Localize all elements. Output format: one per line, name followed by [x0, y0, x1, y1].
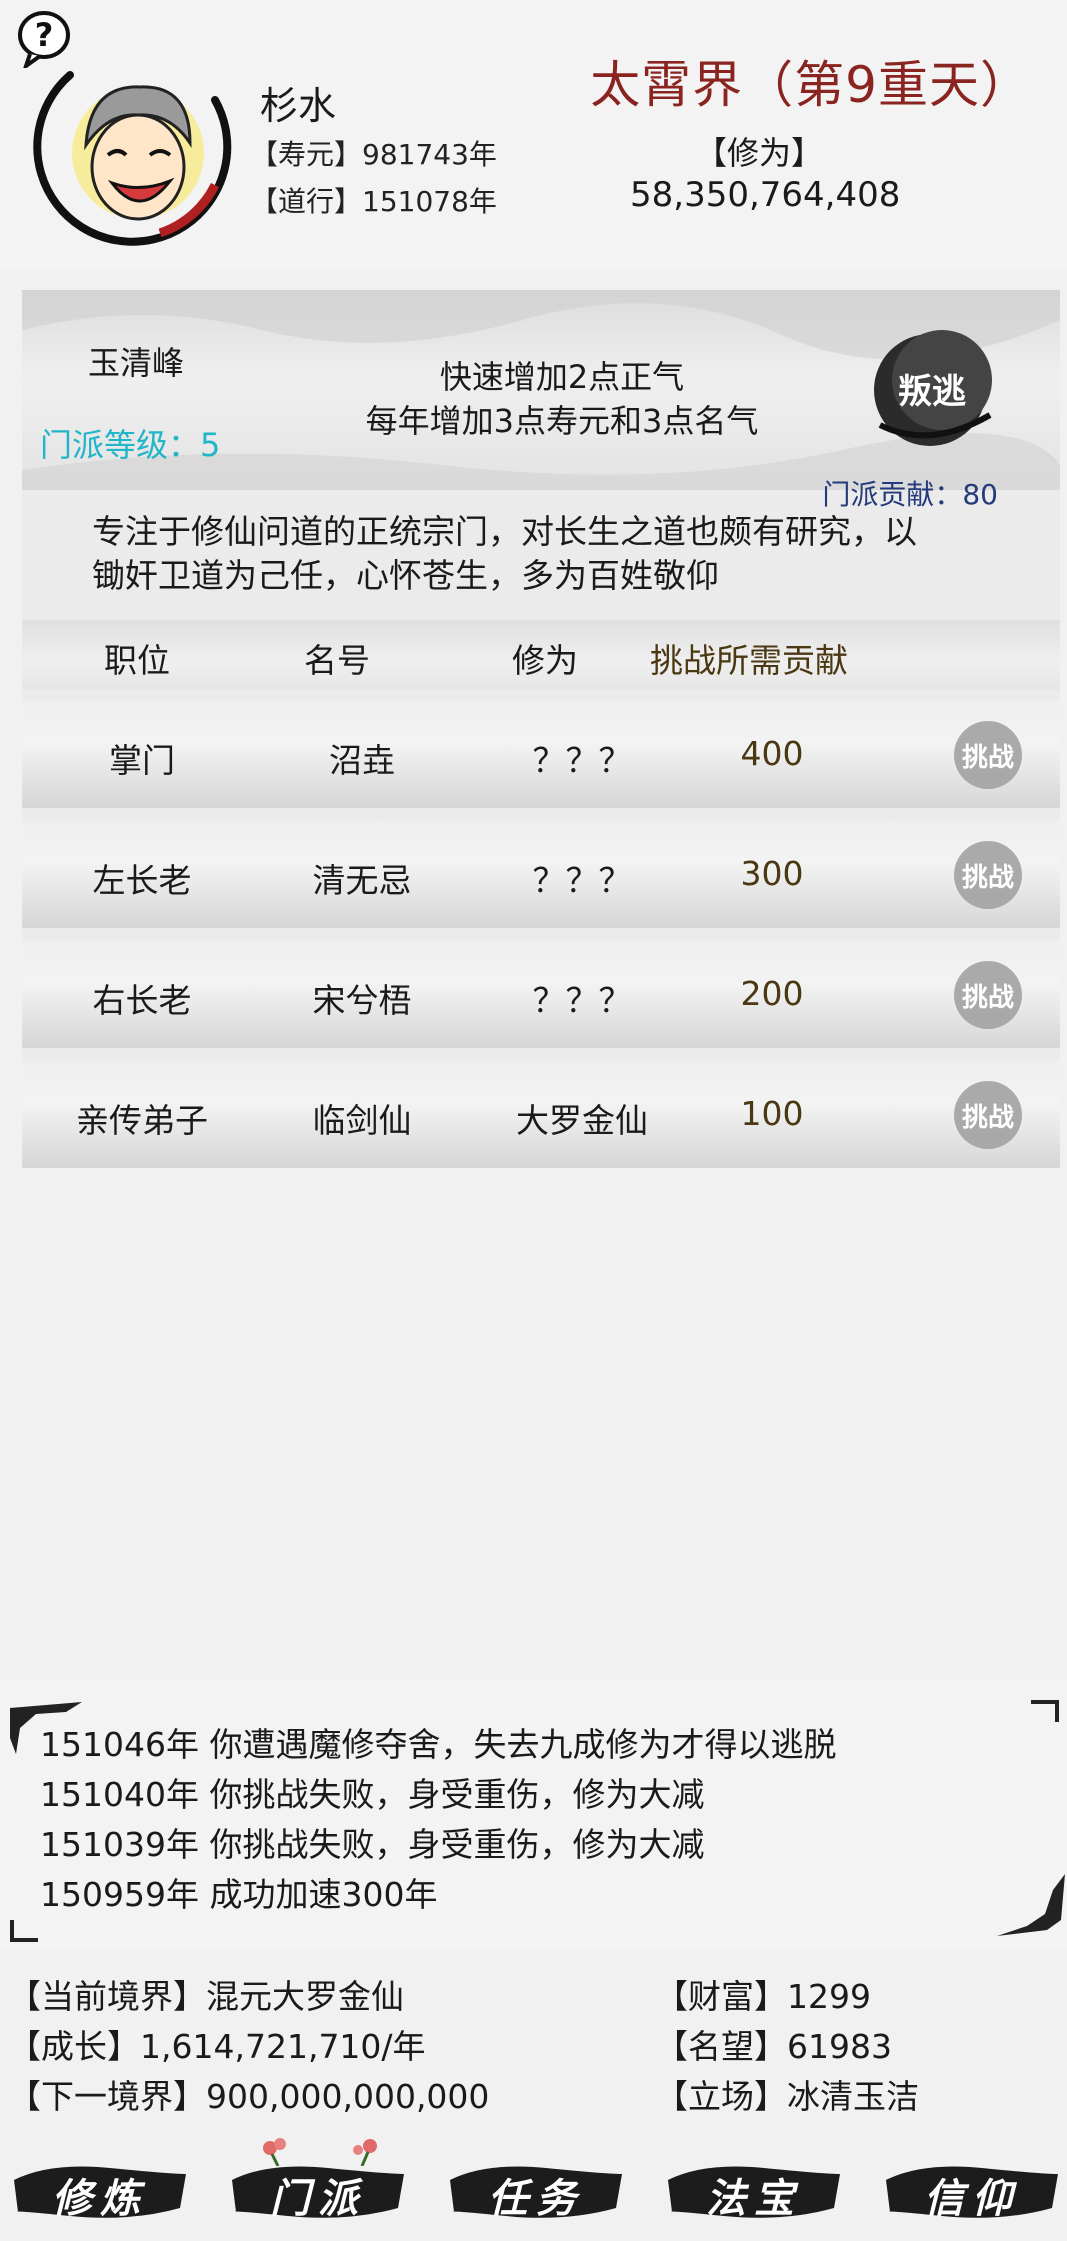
sect-level: 门派等级：5 [40, 426, 221, 464]
nav-label: 信仰 [924, 2175, 1020, 2222]
sect-effect-2: 每年增加3点寿元和3点名气 [365, 402, 759, 440]
table-row: 左长老 清无忌 ？？？ 300 挑战 [22, 820, 1060, 928]
challenge-button[interactable]: 挑战 [946, 836, 1030, 914]
svg-text:?: ? [35, 16, 54, 54]
challenge-label: 挑战 [962, 743, 1014, 773]
row-cost: 400 [740, 734, 804, 773]
header-cultivation: 修为 [512, 641, 578, 680]
nav-label: 任务 [488, 2175, 584, 2222]
nav-label: 修炼 [52, 2175, 148, 2222]
realm-title: 太霄界（第9重天） [590, 56, 1031, 114]
nav-tasks-button[interactable]: 任务 [446, 2142, 626, 2237]
table-row: 掌门 沼垚 ？？？ 400 挑战 [22, 700, 1060, 808]
row-position: 亲传弟子 [76, 1101, 208, 1140]
row-cost: 100 [740, 1094, 804, 1133]
challenge-label: 挑战 [962, 983, 1014, 1013]
log-entry: 151039年 你挑战失败，身受重伤，修为大减 [40, 1825, 705, 1864]
reputation: 【名望】61983 [655, 2027, 892, 2066]
ink-corner-bottom-right [997, 1874, 1065, 1936]
current-realm: 【当前境界】混元大罗金仙 [8, 1977, 404, 2016]
cultivation-value: 58,350,764,408 [630, 175, 901, 215]
nav-label: 法宝 [706, 2175, 802, 2222]
row-position: 左长老 [92, 861, 192, 900]
row-cost: 200 [740, 974, 804, 1013]
nav-label: 门派 [270, 2175, 366, 2222]
log-entry: 151046年 你遭遇魔修夺舍，失去九成修为才得以逃脱 [40, 1725, 837, 1764]
sect-contribution: 门派贡献：80 [822, 478, 998, 511]
next-realm: 【下一境界】900,000,000,000 [8, 2077, 490, 2116]
log-entry: 150959年 成功加速300年 [40, 1875, 438, 1914]
dao-label: 【道行】 [250, 185, 363, 218]
nav-faith-button[interactable]: 信仰 [882, 2142, 1062, 2237]
challenge-button[interactable]: 挑战 [946, 716, 1030, 794]
challenge-button[interactable]: 挑战 [946, 956, 1030, 1034]
dao-value: 151078年 [362, 185, 497, 218]
sect-description: 专注于修仙问道的正统宗门，对长生之道也颇有研究，以 锄奸卫道为己任，心怀苍生，多… [92, 510, 1012, 598]
corner-top-right [1031, 1700, 1059, 1722]
event-log: 151046年 你遭遇魔修夺舍，失去九成修为才得以逃脱 151040年 你挑战失… [0, 1680, 1067, 1950]
header-position: 职位 [104, 641, 170, 680]
cultivation-label: 【修为】 [695, 134, 824, 172]
growth-rate: 【成长】1,614,721,710/年 [8, 2027, 426, 2066]
header-title: 名号 [304, 641, 370, 680]
nav-cultivate-button[interactable]: 修炼 [10, 2142, 190, 2237]
challenge-label: 挑战 [962, 1103, 1014, 1133]
challenge-button[interactable]: 挑战 [946, 1076, 1030, 1154]
challenge-label: 挑战 [962, 863, 1014, 893]
player-name: 杉水 [260, 84, 337, 128]
corner-bottom-left [10, 1920, 38, 1942]
sect-description-line: 专注于修仙问道的正统宗门，对长生之道也颇有研究，以 [92, 512, 917, 551]
nav-sect-button[interactable]: 门派 [228, 2138, 408, 2237]
table-row: 亲传弟子 临剑仙 大罗金仙 100 挑战 [22, 1060, 1060, 1168]
wealth: 【财富】1299 [655, 1977, 871, 2016]
row-position: 掌门 [109, 741, 175, 780]
betray-label: 叛逃 [898, 372, 966, 412]
sect-effect-1: 快速增加2点正气 [439, 358, 685, 396]
betray-button[interactable]: 叛逃 [860, 325, 1000, 455]
sect-panel: 玉清峰 门派等级：5 快速增加2点正气 每年增加3点寿元和3点名气 叛逃 门派贡… [22, 290, 1060, 1168]
sect-header: 玉清峰 门派等级：5 快速增加2点正气 每年增加3点寿元和3点名气 叛逃 门派贡… [22, 290, 1060, 511]
avatar[interactable] [30, 55, 245, 250]
sect-description-line: 锄奸卫道为己任，心怀苍生，多为百姓敬仰 [92, 556, 719, 595]
lifespan-label: 【寿元】 [250, 138, 363, 171]
table-row: 右长老 宋兮梧 ？？？ 200 挑战 [22, 940, 1060, 1048]
rank-table-header: 职位 名号 修为 挑战所需贡献 [22, 620, 1060, 690]
bottom-nav: 修炼 门派 任务 法宝 信仰 [0, 2130, 1067, 2241]
row-cost: 300 [740, 854, 804, 893]
log-entry: 151040年 你挑战失败，身受重伤，修为大减 [40, 1775, 705, 1814]
lifespan-value: 981743年 [362, 138, 497, 171]
player-header: ? 杉水 【寿元】 981743年 【道行】 151078年 太霄界（第9重天）… [0, 0, 1067, 270]
sect-name: 玉清峰 [88, 344, 185, 382]
nav-treasure-button[interactable]: 法宝 [664, 2142, 844, 2237]
stance: 【立场】冰清玉洁 [655, 2077, 919, 2116]
row-position: 右长老 [92, 981, 192, 1020]
header-cost: 挑战所需贡献 [650, 641, 848, 680]
